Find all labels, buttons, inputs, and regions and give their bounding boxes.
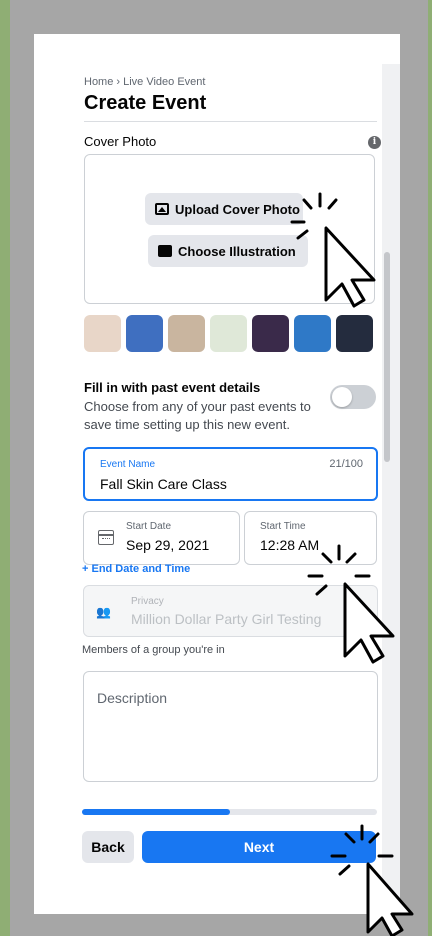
illustration-thumbnail[interactable] xyxy=(168,315,205,352)
info-icon[interactable]: i xyxy=(368,136,381,149)
illustration-thumbnail[interactable] xyxy=(336,315,373,352)
illustration-thumbnail[interactable] xyxy=(252,315,289,352)
privacy-help-text: Members of a group you're in xyxy=(82,644,225,656)
toggle-knob[interactable] xyxy=(332,387,352,407)
event-name-field[interactable]: Event Name 21/100 Fall Skin Care Class xyxy=(83,447,378,501)
start-date-value[interactable]: Sep 29, 2021 xyxy=(126,537,209,553)
end-date-time-link[interactable]: + End Date and Time xyxy=(82,563,190,575)
page-title: Create Event xyxy=(84,92,207,114)
click-cursor-icon xyxy=(305,544,405,664)
left-edge xyxy=(0,0,10,936)
privacy-label: Privacy xyxy=(131,596,164,607)
divider xyxy=(84,121,377,122)
back-button[interactable]: Back xyxy=(82,831,134,863)
cover-photo-label: Cover Photo xyxy=(84,134,157,149)
past-event-title: Fill in with past event details xyxy=(84,380,261,395)
start-time-label: Start Time xyxy=(260,521,306,532)
description-field[interactable]: Description xyxy=(83,671,378,782)
illustration-thumbnail[interactable] xyxy=(126,315,163,352)
upload-cover-photo-button[interactable]: Upload Cover Photo xyxy=(145,193,303,225)
illustration-thumbnail[interactable] xyxy=(84,315,121,352)
illustration-icon xyxy=(158,245,172,257)
choose-illustration-label: Choose Illustration xyxy=(178,243,296,259)
photo-icon xyxy=(155,203,169,215)
illustration-thumbnails xyxy=(84,315,377,353)
illustration-thumbnail[interactable] xyxy=(210,315,247,352)
event-name-input[interactable]: Fall Skin Care Class xyxy=(100,476,227,492)
breadcrumb[interactable]: Home › Live Video Event xyxy=(84,76,205,88)
character-count: 21/100 xyxy=(329,458,363,470)
start-date-field[interactable]: Start Date Sep 29, 2021 xyxy=(83,511,240,565)
upload-cover-photo-label: Upload Cover Photo xyxy=(175,201,300,217)
progress-fill xyxy=(82,809,230,815)
click-cursor-icon xyxy=(286,188,386,308)
illustration-thumbnail[interactable] xyxy=(294,315,331,352)
people-icon: 👥 xyxy=(96,605,111,619)
calendar-icon xyxy=(98,530,114,545)
right-edge xyxy=(428,0,432,936)
start-date-label: Start Date xyxy=(126,521,172,532)
choose-illustration-button[interactable]: Choose Illustration xyxy=(148,235,308,267)
description-placeholder: Description xyxy=(97,690,168,706)
click-cursor-icon xyxy=(328,824,428,936)
create-event-panel: Home › Live Video Event Create Event Cov… xyxy=(34,34,400,914)
privacy-value: Million Dollar Party Girl Testing xyxy=(131,611,322,627)
past-event-description: Choose from any of your past events to s… xyxy=(84,399,311,432)
event-name-label: Event Name xyxy=(100,459,156,470)
